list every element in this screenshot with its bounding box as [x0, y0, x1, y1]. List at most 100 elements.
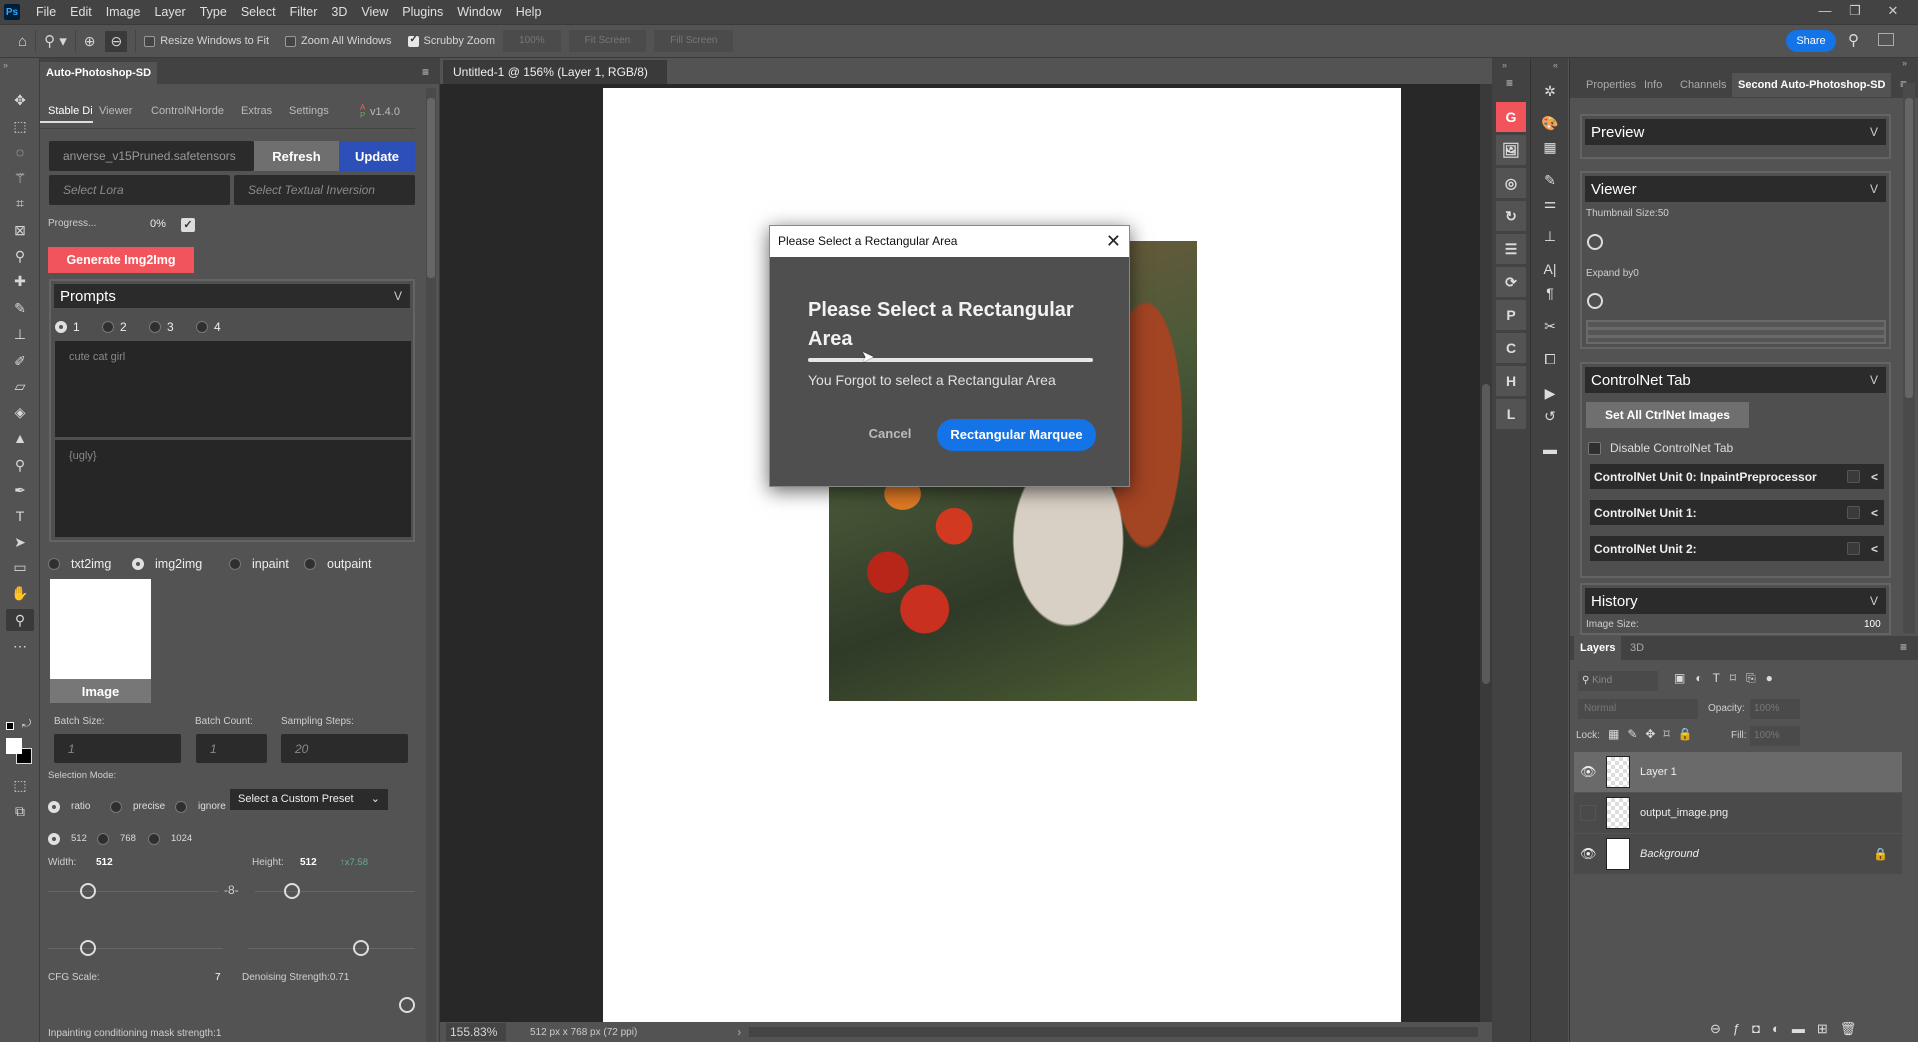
frame-icon[interactable]: ⧠: [1535, 344, 1565, 374]
more-tools-icon[interactable]: ⋯: [6, 635, 34, 657]
type-icon[interactable]: T: [6, 505, 34, 527]
scrubby-zoom-checkbox[interactable]: Scrubby Zoom: [407, 34, 495, 47]
cancel-button[interactable]: Cancel: [858, 418, 922, 450]
width-slider-knob[interactable]: [80, 883, 96, 899]
preview-header[interactable]: Preview V: [1585, 119, 1886, 145]
batch-size-input[interactable]: 1: [54, 734, 181, 763]
rotate-icon[interactable]: ↻: [1496, 201, 1526, 231]
swap-colors-icon[interactable]: ⤾: [22, 718, 31, 731]
selection-mode-radio-ratio[interactable]: [48, 801, 60, 813]
cfg-slider-knob[interactable]: [80, 940, 96, 956]
viewer-header[interactable]: Viewer V: [1585, 176, 1886, 202]
l-icon[interactable]: L: [1496, 399, 1526, 429]
selection-mode-radio-ignore[interactable]: [175, 801, 187, 813]
canvas-vertical-scrollbar[interactable]: [1480, 84, 1492, 1022]
menu-file[interactable]: File: [29, 5, 63, 19]
panel-menu-icon[interactable]: ≡: [1900, 640, 1907, 654]
lora-select[interactable]: Select Lora: [49, 175, 230, 205]
plugin-tab-viewer[interactable]: Viewer: [91, 105, 132, 117]
menu-view[interactable]: View: [354, 5, 395, 19]
camera-icon[interactable]: ◎: [1496, 168, 1526, 198]
tab-document[interactable]: Untitled-1 @ 156% (Layer 1, RGB/8) *×: [443, 60, 667, 103]
size-radio-768[interactable]: [97, 833, 109, 845]
canvas-horizontal-scrollbar[interactable]: [749, 1027, 1478, 1037]
mode-radio-txt2img[interactable]: [48, 558, 60, 570]
dodge-icon[interactable]: ⚲: [6, 454, 34, 476]
size-radio-1024[interactable]: [148, 833, 160, 845]
viewer-thumbnails[interactable]: [1586, 320, 1886, 344]
link-dimensions-icon[interactable]: -8-: [224, 883, 239, 897]
selection-mode-radio-precise[interactable]: [110, 801, 122, 813]
width-slider-track[interactable]: [48, 891, 218, 892]
p-icon[interactable]: P: [1496, 300, 1526, 330]
layer-filter-kind[interactable]: ⚲ Kind: [1578, 671, 1658, 691]
prompt-slot-radio-1[interactable]: [55, 321, 67, 333]
menu-image[interactable]: Image: [99, 5, 148, 19]
tab-second-auto-photoshop-sd[interactable]: Second Auto-Photoshop-SD: [1732, 73, 1892, 97]
rectangle-icon[interactable]: ▭: [6, 556, 34, 578]
image-label-button[interactable]: Image: [50, 679, 151, 703]
controlnet-unit-1[interactable]: ControlNet Unit 1: <: [1590, 500, 1884, 525]
hand-icon[interactable]: ✋: [6, 582, 34, 604]
expand-panel-icon[interactable]: »: [1902, 58, 1907, 68]
screen-mode-icon[interactable]: ⧉: [6, 800, 34, 822]
plugin-tab-settings[interactable]: Settings: [281, 105, 329, 117]
default-colors-icon[interactable]: [6, 722, 14, 730]
collapse-panel-icon[interactable]: «: [1553, 60, 1558, 70]
custom-preset-dropdown[interactable]: Select a Custom Preset ⌄: [230, 789, 388, 810]
controlnet-unit-enable-checkbox[interactable]: [1847, 542, 1860, 555]
close-icon[interactable]: ✕: [1106, 226, 1121, 257]
model-select[interactable]: anverse_v15Pruned.safetensors: [49, 141, 254, 171]
chevron-left-icon[interactable]: <: [1871, 542, 1878, 556]
panel-scrollbar[interactable]: [426, 88, 436, 1042]
menu-type[interactable]: Type: [193, 5, 234, 19]
controlnet-unit-enable-checkbox[interactable]: [1847, 506, 1860, 519]
zoom-out-icon[interactable]: ⊖: [105, 30, 128, 52]
lasso-icon[interactable]: ◌: [6, 141, 34, 163]
eraser-icon[interactable]: ▱: [6, 375, 34, 397]
set-all-ctrlnet-images-button[interactable]: Set All CtrlNet Images: [1586, 402, 1749, 428]
layer-filter-icons[interactable]: ▣◐T⌑⎘●: [1674, 671, 1783, 686]
negative-prompt-textarea[interactable]: {ugly}: [55, 440, 411, 537]
tab-channels[interactable]: Channels: [1674, 73, 1732, 97]
image-icon[interactable]: 🖼: [1496, 135, 1526, 165]
document-info[interactable]: 512 px x 768 px (72 ppi): [530, 1027, 637, 1038]
history-header[interactable]: History V: [1585, 588, 1886, 614]
mode-radio-inpaint[interactable]: [229, 558, 241, 570]
prompt-slot-radio-3[interactable]: [149, 321, 161, 333]
plugin-tab-extras[interactable]: Extras: [233, 105, 272, 117]
textual-inversion-select[interactable]: Select Textual Inversion: [234, 175, 415, 205]
clone-stamp-icon[interactable]: ⊥: [6, 323, 34, 345]
move-tool-icon[interactable]: ✥: [6, 89, 34, 111]
menu-layer[interactable]: Layer: [147, 5, 192, 19]
update-button[interactable]: Update: [339, 141, 415, 171]
plugin-tab-stable-di[interactable]: Stable Di: [40, 105, 93, 123]
history-brush-icon[interactable]: ✐: [6, 350, 34, 372]
refresh-frame-icon[interactable]: ⟳: [1496, 267, 1526, 297]
visibility-toggle[interactable]: [1580, 805, 1596, 821]
mode-radio-img2img[interactable]: [132, 558, 144, 570]
plugin-tab-horde[interactable]: Horde: [186, 105, 224, 117]
thumbnail-size-knob[interactable]: [1587, 234, 1603, 250]
layer-row[interactable]: 👁 Background 🔒: [1574, 834, 1902, 874]
home-icon[interactable]: ⌂: [18, 33, 27, 50]
prompts-header[interactable]: Prompts V: [54, 284, 410, 308]
h-icon[interactable]: H: [1496, 366, 1526, 396]
zoom-100-button[interactable]: 100%: [503, 30, 561, 52]
eye-icon[interactable]: 👁: [1580, 846, 1597, 862]
refresh-button[interactable]: Refresh: [254, 141, 339, 171]
denoising-slider-track[interactable]: [248, 948, 415, 949]
clone-source-icon[interactable]: ⊥: [1535, 221, 1565, 251]
path-selection-icon[interactable]: ➤: [6, 531, 34, 553]
opacity-input[interactable]: 100%: [1750, 699, 1800, 719]
foreground-color-swatch[interactable]: [6, 738, 22, 754]
controlnet-unit-enable-checkbox[interactable]: [1847, 470, 1860, 483]
denoising-slider-knob[interactable]: [353, 940, 369, 956]
menu-help[interactable]: Help: [509, 5, 549, 19]
close-window-button[interactable]: ✕: [1878, 0, 1908, 22]
zoom-icon[interactable]: ⚲: [6, 609, 34, 631]
adjustments-icon[interactable]: ⚌: [1535, 188, 1565, 218]
brush-icon[interactable]: ✎: [6, 297, 34, 319]
menu-filter[interactable]: Filter: [283, 5, 325, 19]
c-icon[interactable]: C: [1496, 333, 1526, 363]
